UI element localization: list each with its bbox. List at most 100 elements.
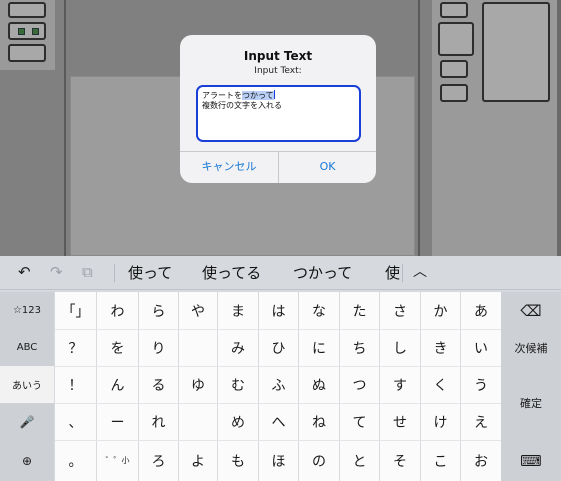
- kana-key[interactable]: 、: [55, 403, 96, 440]
- kana-key[interactable]: ゆ: [179, 366, 217, 403]
- kana-key[interactable]: ね: [299, 403, 339, 440]
- field-text: 複数行の文字を入れる: [202, 101, 282, 110]
- kana-key[interactable]: う: [461, 366, 501, 403]
- prediction-item[interactable]: 使ってる: [202, 262, 261, 283]
- edge-strip: [557, 0, 561, 256]
- kana-key[interactable]: ち: [340, 329, 379, 366]
- chevron-up-icon[interactable]: ︿: [413, 261, 427, 281]
- kana-key[interactable]: わ: [97, 292, 138, 329]
- kana-key[interactable]: ほ: [259, 440, 298, 481]
- divider: [114, 264, 115, 282]
- microphone-icon[interactable]: 🎤: [0, 403, 54, 440]
- confirm-key[interactable]: 確定: [501, 366, 561, 440]
- kana-key[interactable]: な: [299, 292, 339, 329]
- kana-key[interactable]: は: [259, 292, 298, 329]
- field-text: アラートを: [202, 91, 242, 100]
- kana-key[interactable]: せ: [380, 403, 420, 440]
- kana-key[interactable]: へ: [259, 403, 298, 440]
- kana-key[interactable]: け: [421, 403, 460, 440]
- kana-key[interactable]: ひ: [259, 329, 298, 366]
- kana-key[interactable]: よ: [179, 440, 217, 481]
- left-tool-panel: [0, 0, 55, 70]
- alphabet-key[interactable]: ABC: [0, 329, 54, 366]
- kana-key[interactable]: く: [421, 366, 460, 403]
- sketch-block: [440, 2, 468, 18]
- kana-key[interactable]: ！: [55, 366, 96, 403]
- delete-icon[interactable]: ⌫: [501, 292, 561, 329]
- sketch-block: [8, 2, 46, 18]
- prediction-item[interactable]: 使って: [128, 262, 172, 283]
- kana-key[interactable]: ぬ: [299, 366, 339, 403]
- screen: Input Text Input Text: アラートをつかって 複数行の文字を…: [0, 0, 561, 481]
- undo-icon[interactable]: ↶: [18, 263, 31, 281]
- prediction-item[interactable]: 使: [385, 262, 400, 283]
- kana-key[interactable]: の: [299, 440, 339, 481]
- prediction-bar: ↶ ↷ ⧉ 使って 使ってる つかって 使 ︿: [0, 256, 561, 290]
- kana-key[interactable]: え: [461, 403, 501, 440]
- kana-key[interactable]: い: [461, 329, 501, 366]
- kana-key[interactable]: ー: [97, 403, 138, 440]
- kana-key[interactable]: ゛゜小: [97, 440, 138, 481]
- cancel-button[interactable]: キャンセル: [180, 151, 278, 183]
- kana-key[interactable]: か: [421, 292, 460, 329]
- key-separator: [55, 440, 501, 441]
- kana-key[interactable]: ろ: [139, 440, 178, 481]
- kana-key[interactable]: を: [97, 329, 138, 366]
- kana-key[interactable]: や: [179, 292, 217, 329]
- kana-key[interactable]: さ: [380, 292, 420, 329]
- kana-key[interactable]: も: [218, 440, 258, 481]
- kana-key[interactable]: き: [421, 329, 460, 366]
- kana-key[interactable]: ふ: [259, 366, 298, 403]
- kana-key[interactable]: ？: [55, 329, 96, 366]
- kana-key[interactable]: り: [139, 329, 178, 366]
- blank-key: [179, 403, 217, 440]
- prediction-item[interactable]: つかって: [293, 262, 352, 283]
- input-alert: Input Text Input Text: アラートをつかって 複数行の文字を…: [180, 35, 376, 183]
- kana-key[interactable]: そ: [380, 440, 420, 481]
- kana-key[interactable]: み: [218, 329, 258, 366]
- kana-key[interactable]: こ: [421, 440, 460, 481]
- canvas-frame: [418, 0, 420, 256]
- alert-text-field[interactable]: アラートをつかって 複数行の文字を入れる: [196, 85, 361, 142]
- next-candidate-key[interactable]: 次候補: [501, 329, 561, 366]
- sketch-block: [440, 84, 468, 102]
- kana-key[interactable]: す: [380, 366, 420, 403]
- key-separator: [339, 292, 340, 481]
- kana-key[interactable]: 。: [55, 440, 96, 481]
- kana-key[interactable]: む: [218, 366, 258, 403]
- kana-key[interactable]: ん: [97, 366, 138, 403]
- kana-key[interactable]: 「」: [55, 292, 96, 329]
- kana-key[interactable]: あ: [461, 292, 501, 329]
- kana-key[interactable]: る: [139, 366, 178, 403]
- globe-icon[interactable]: ⊕: [0, 440, 54, 481]
- kana-key[interactable]: つ: [340, 366, 379, 403]
- kana-key[interactable]: お: [461, 440, 501, 481]
- kana-key[interactable]: に: [299, 329, 339, 366]
- canvas-frame: [64, 0, 66, 256]
- kana-key[interactable]: し: [380, 329, 420, 366]
- key-separator: [379, 292, 380, 481]
- sketch-block: [438, 22, 474, 56]
- ok-button[interactable]: OK: [279, 151, 376, 183]
- alert-title: Input Text: [243, 49, 313, 63]
- numbers-key[interactable]: ☆123: [0, 292, 54, 329]
- keyboard: ↶ ↷ ⧉ 使って 使ってる つかって 使 ︿ ☆123 ABC あいう 🎤 ⊕…: [0, 256, 561, 481]
- kana-key[interactable]: と: [340, 440, 379, 481]
- kana-key[interactable]: て: [340, 403, 379, 440]
- sketch-square: [32, 28, 39, 35]
- dismiss-keyboard-icon[interactable]: ⌨: [501, 440, 561, 481]
- key-separator: [96, 292, 97, 481]
- kana-key[interactable]: ら: [139, 292, 178, 329]
- paste-icon[interactable]: ⧉: [82, 263, 93, 281]
- key-separator: [55, 366, 501, 367]
- text-caret: [273, 90, 275, 99]
- kana-key[interactable]: あいう: [0, 366, 54, 403]
- alert-message: Input Text:: [254, 66, 302, 76]
- kana-key[interactable]: ま: [218, 292, 258, 329]
- redo-icon[interactable]: ↷: [50, 263, 63, 281]
- kana-key[interactable]: た: [340, 292, 379, 329]
- kana-key[interactable]: れ: [139, 403, 178, 440]
- kana-key[interactable]: め: [218, 403, 258, 440]
- sketch-square: [18, 28, 25, 35]
- key-separator: [55, 329, 501, 330]
